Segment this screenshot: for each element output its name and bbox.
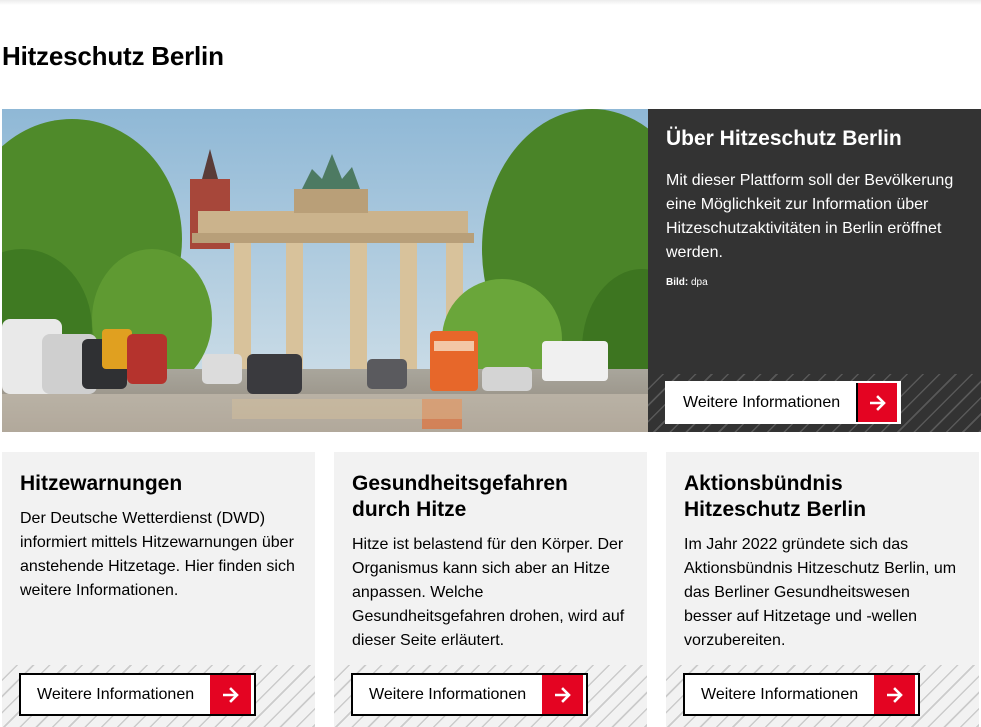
hero-text: Mit dieser Plattform soll der Bevölkerun…: [666, 172, 954, 261]
top-divider: [0, 0, 981, 5]
card-more-button[interactable]: Weitere Informationen: [683, 673, 920, 716]
arrow-right-icon: [542, 675, 584, 714]
card-hitzewarnungen: Hitzewarnungen Der Deutsche Wetterdienst…: [2, 452, 315, 727]
image-credit: Bild: dpa: [666, 277, 963, 288]
arrow-right-icon: [210, 675, 252, 714]
card-text: Der Deutsche Wetterdienst (DWD) informie…: [20, 510, 295, 599]
card-text: Hitze ist belastend für den Körper. Der …: [352, 536, 625, 649]
hero-image: [2, 109, 648, 432]
card-gesundheitsgefahren: Gesundheitsgefahren durch Hitze Hitze is…: [334, 452, 647, 727]
hero-title: Über Hitzeschutz Berlin: [666, 127, 902, 150]
hero-info-panel: Über Hitzeschutz Berlin Mit dieser Platt…: [648, 109, 981, 432]
hero-more-button-label: Weitere Informationen: [683, 393, 841, 411]
card-title: Aktionsbündnis Hitzeschutz Berlin: [684, 472, 867, 521]
hero-teaser: Über Hitzeschutz Berlin Mit dieser Platt…: [2, 109, 981, 432]
card-more-button[interactable]: Weitere Informationen: [351, 673, 588, 716]
page-title: Hitzeschutz Berlin: [2, 41, 224, 71]
card-more-button-label: Weitere Informationen: [369, 685, 527, 703]
card-aktionsbuendnis: Aktionsbündnis Hitzeschutz Berlin Im Jah…: [666, 452, 979, 727]
card-title: Hitzewarnungen: [20, 472, 183, 495]
arrow-right-icon: [874, 675, 916, 714]
arrow-right-icon: [856, 383, 898, 422]
card-title: Gesundheitsgefahren durch Hitze: [352, 472, 568, 521]
brandenburg-gate-photo: [2, 109, 648, 432]
card-text: Im Jahr 2022 gründete sich das Aktionsbü…: [684, 536, 957, 649]
card-more-button-label: Weitere Informationen: [37, 685, 195, 703]
card-more-button-label: Weitere Informationen: [701, 685, 859, 703]
image-credit-label: Bild:: [666, 277, 689, 288]
image-credit-value: dpa: [691, 277, 708, 288]
card-more-button[interactable]: Weitere Informationen: [19, 673, 256, 716]
hero-more-button[interactable]: Weitere Informationen: [665, 381, 901, 424]
